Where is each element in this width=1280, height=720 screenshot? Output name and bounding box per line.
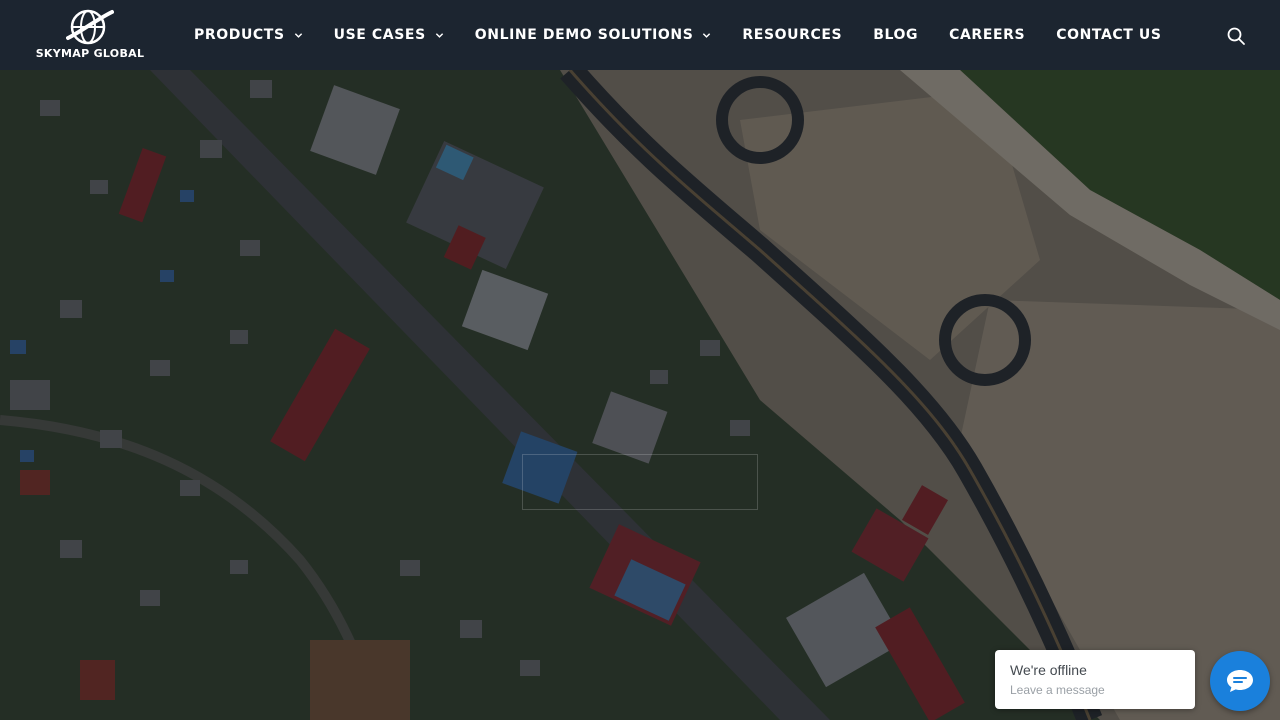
nav-item-contact-us[interactable]: CONTACT US — [1056, 27, 1161, 43]
nav-item-label: BLOG — [873, 27, 919, 43]
chat-status-title: We're offline — [1010, 662, 1087, 678]
search-button[interactable] — [1226, 26, 1246, 46]
globe-swoosh-icon — [66, 9, 114, 45]
logo-text: SKYMAP GLOBAL — [35, 47, 145, 60]
nav-item-label: CAREERS — [949, 27, 1026, 43]
nav-item-label: PRODUCTS — [194, 27, 285, 43]
nav-item-label: CONTACT US — [1056, 27, 1162, 43]
chat-offline-card[interactable]: We're offline Leave a message — [995, 650, 1195, 709]
chevron-down-icon — [703, 32, 711, 38]
search-icon — [1227, 27, 1245, 45]
chat-launcher-button[interactable] — [1210, 651, 1270, 711]
nav-item-online-demo-solutions[interactable]: ONLINE DEMO SOLUTIONS — [475, 27, 712, 43]
nav-item-label: RESOURCES — [742, 27, 843, 43]
nav-item-products[interactable]: PRODUCTS — [194, 27, 303, 43]
hero-aerial-image — [0, 0, 1280, 720]
chat-leave-message: Leave a message — [1010, 683, 1105, 697]
hero-cta-button[interactable] — [522, 454, 758, 510]
nav-item-resources[interactable]: RESOURCES — [742, 27, 842, 43]
nav-item-careers[interactable]: CAREERS — [949, 27, 1025, 43]
nav-item-blog[interactable]: BLOG — [873, 27, 918, 43]
chevron-down-icon — [435, 32, 443, 38]
nav-item-label: USE CASES — [333, 27, 426, 43]
nav-item-label: ONLINE DEMO SOLUTIONS — [474, 27, 694, 43]
site-header: SKYMAP GLOBAL PRODUCTS USE CASES ONLINE … — [0, 0, 1280, 70]
chat-icon — [1227, 670, 1253, 692]
hero-overlay — [0, 0, 1280, 720]
chevron-down-icon — [294, 32, 302, 38]
brand-logo[interactable]: SKYMAP GLOBAL — [32, 8, 148, 62]
main-nav: PRODUCTS USE CASES ONLINE DEMO SOLUTIONS… — [194, 0, 1193, 70]
nav-item-use-cases[interactable]: USE CASES — [334, 27, 444, 43]
